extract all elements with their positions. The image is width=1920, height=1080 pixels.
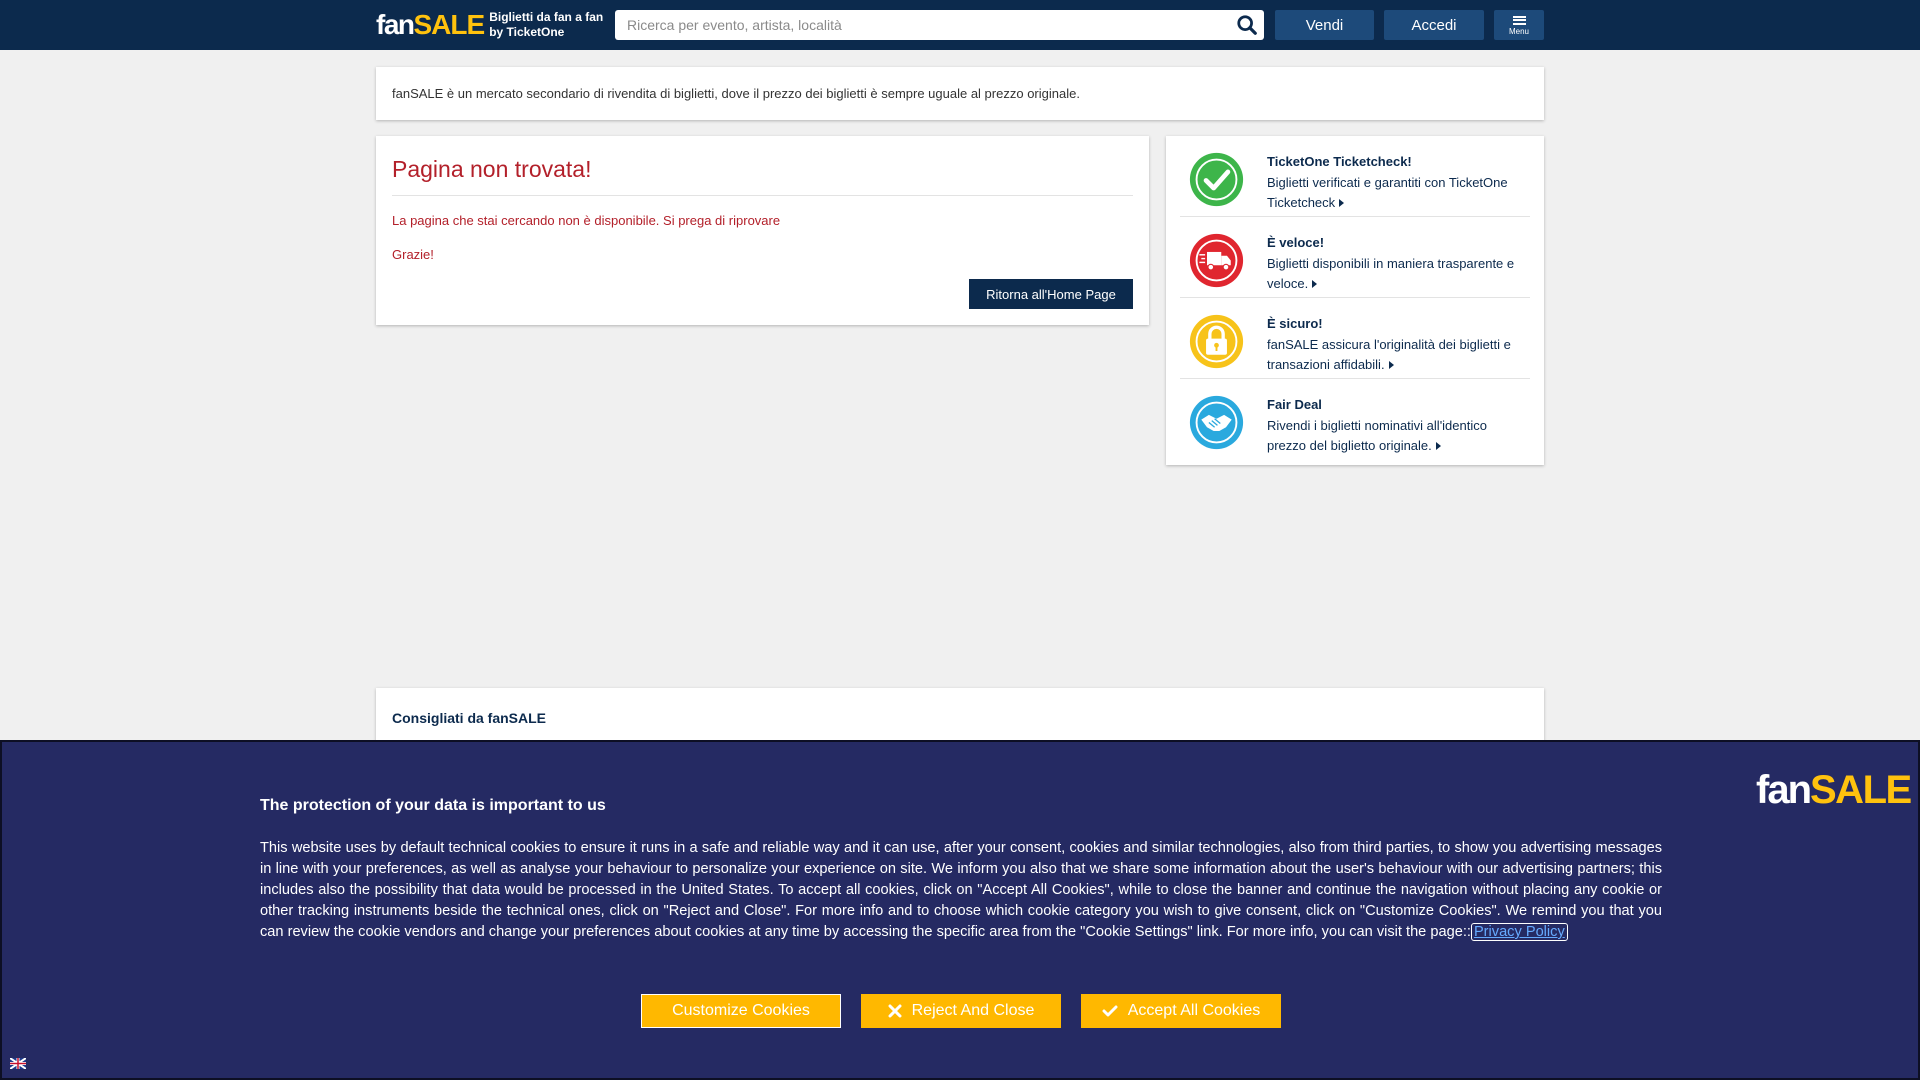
feature-description: Biglietti verificati e garantiti con Tic… — [1267, 173, 1529, 213]
cookie-banner: fan SALE The protection of your data is i… — [0, 740, 1920, 1080]
info-text: fanSALE è un mercato secondario di riven… — [392, 86, 1080, 101]
accept-label: Accept All Cookies — [1127, 1002, 1261, 1019]
feature-fair-deal[interactable]: Fair Deal Rivendi i biglietti nominativi… — [1180, 379, 1530, 460]
cookie-text: This website uses by default technical c… — [260, 838, 1662, 943]
checkmark-icon — [1189, 152, 1244, 207]
logo-tagline: Biglietti da fan a fan by TicketOne — [489, 10, 603, 40]
feature-desc-text: Biglietti verificati e garantiti con Tic… — [1267, 175, 1508, 210]
arrow-right-icon — [1312, 280, 1318, 288]
feature-title: Fair Deal — [1267, 397, 1322, 412]
divider — [392, 195, 1133, 196]
recommended-title: Consigliati da fanSALE — [392, 710, 547, 726]
return-home-button[interactable]: Ritorna all'Home Page — [969, 279, 1133, 309]
hamburger-icon — [1512, 15, 1526, 25]
search-icon[interactable] — [1236, 14, 1258, 36]
logo-fan-text: fan — [376, 9, 415, 40]
delivery-truck-icon — [1189, 233, 1244, 288]
menu-label: Menu — [1508, 26, 1529, 36]
feature-title: TicketOne Ticketcheck! — [1267, 154, 1412, 169]
error-message: La pagina che stai cercando non è dispon… — [392, 213, 781, 228]
cookie-logo-sale: SALE — [1810, 768, 1912, 812]
feature-secure[interactable]: È sicuro! fanSALE assicura l'originalità… — [1180, 298, 1530, 379]
reject-label: Reject And Close — [911, 1002, 1035, 1019]
cookie-logo-fan: fan — [1756, 768, 1812, 812]
logo-sale-text: SALE — [413, 9, 486, 40]
feature-desc-text: Biglietti disponibili in maniera traspar… — [1267, 256, 1515, 291]
checkmark-icon — [1102, 1005, 1118, 1017]
padlock-icon — [1189, 314, 1244, 369]
feature-description: Biglietti disponibili in maniera traspar… — [1267, 254, 1529, 294]
features-card: TicketOne Ticketcheck! Biglietti verific… — [1166, 136, 1544, 465]
feature-desc-text: Rivendi i biglietti nominativi all'ident… — [1267, 418, 1487, 453]
top-header: fan SALE Biglietti da fan a fan by Ticket… — [0, 0, 1920, 50]
handshake-icon — [1189, 395, 1244, 450]
arrow-right-icon — [1435, 442, 1441, 450]
feature-fast[interactable]: È veloce! Biglietti disponibili in manie… — [1180, 217, 1530, 298]
not-found-card: Pagina non trovata! La pagina che stai c… — [376, 136, 1149, 325]
tagline-line-2: by TicketOne — [489, 25, 565, 39]
login-button[interactable]: Accedi — [1384, 10, 1484, 40]
info-bar: fanSALE è un mercato secondario di riven… — [376, 67, 1544, 120]
arrow-right-icon — [1388, 361, 1394, 369]
search-input[interactable] — [615, 10, 1215, 40]
close-icon — [888, 1004, 902, 1018]
reject-and-close-button[interactable]: Reject And Close — [861, 994, 1061, 1028]
language-flag-icon[interactable] — [10, 1058, 26, 1069]
accept-all-cookies-button[interactable]: Accept All Cookies — [1081, 994, 1281, 1028]
feature-description: fanSALE assicura l'originalità dei bigli… — [1267, 335, 1529, 375]
feature-description: Rivendi i biglietti nominativi all'ident… — [1267, 416, 1529, 456]
page-title: Pagina non trovata! — [392, 156, 592, 182]
feature-title: È sicuro! — [1267, 316, 1323, 331]
feature-ticketcheck[interactable]: TicketOne Ticketcheck! Biglietti verific… — [1180, 136, 1530, 217]
thanks-text: Grazie! — [392, 247, 434, 262]
cookie-banner-logo: fan SALE — [1756, 768, 1912, 812]
privacy-policy-link[interactable]: Privacy Policy — [1470, 923, 1568, 941]
feature-title: È veloce! — [1267, 235, 1325, 250]
menu-button[interactable]: Menu — [1494, 10, 1544, 40]
tagline-line-1: Biglietti da fan a fan — [489, 10, 604, 24]
cookie-body-text: This website uses by default technical c… — [260, 840, 1662, 940]
arrow-right-icon — [1339, 199, 1345, 207]
customize-cookies-button[interactable]: Customize Cookies — [641, 994, 841, 1028]
sell-button[interactable]: Vendi — [1275, 10, 1374, 40]
fansale-logo[interactable]: fan SALE Biglietti da fan a fan by Ticket… — [376, 10, 603, 40]
search-box — [615, 10, 1264, 40]
customize-cookies-label: Customize Cookies — [672, 1002, 810, 1019]
cookie-title: The protection of your data is important… — [260, 797, 606, 814]
